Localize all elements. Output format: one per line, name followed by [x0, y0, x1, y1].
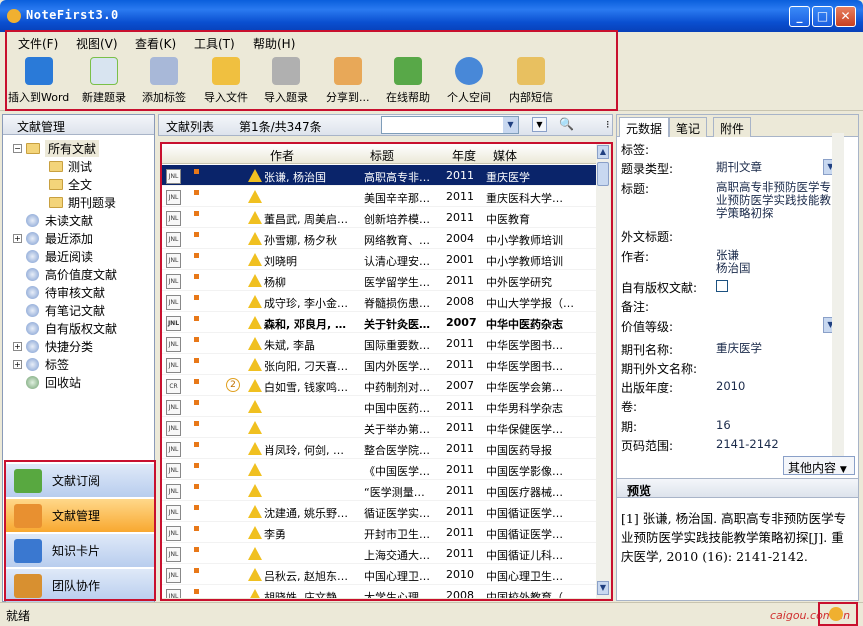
status-text: 就绪 [6, 609, 31, 623]
field-label: 备注: [621, 300, 650, 314]
tree-item-label: 最近阅读 [45, 250, 94, 264]
tree-item-label: 标签 [45, 358, 70, 372]
tab-attachments[interactable]: 附件 [713, 117, 752, 137]
status-bar: 就绪 caigou.com.cn [0, 602, 863, 626]
maximize-button[interactable]: □ [812, 6, 833, 27]
field-label: 标题: [621, 182, 650, 196]
tree-item[interactable]: 回收站 [13, 374, 81, 391]
category-icon [26, 286, 39, 299]
tree-item[interactable]: + 标签 [13, 356, 69, 373]
tree-item-label: 未读文献 [45, 214, 94, 228]
field-value[interactable]: 期刊文章 [716, 161, 834, 174]
app-logo-icon [7, 9, 21, 23]
field-value[interactable]: 高职高专非预防医学专业预防医学实践技能教学策略初探 [716, 181, 834, 220]
category-icon [26, 304, 39, 317]
tree-item[interactable]: 待审核文献 [13, 284, 105, 301]
field-label: 标签: [621, 143, 650, 157]
own-copyright-checkbox[interactable] [716, 280, 728, 292]
tree-item[interactable]: 测试 [49, 158, 92, 175]
expand-icon[interactable]: + [13, 234, 22, 243]
tree-item[interactable]: 有笔记文献 [13, 302, 105, 319]
field-label: 自有版权文献: [621, 281, 698, 295]
search-icon[interactable]: 🔍 [559, 117, 574, 131]
field-label: 价值等级: [621, 320, 674, 334]
category-icon [26, 340, 39, 353]
field-value[interactable]: 张谦 杨治国 [716, 249, 834, 275]
folder-icon [49, 161, 63, 172]
tree-item-label: 回收站 [45, 376, 82, 390]
folder-icon [49, 179, 63, 190]
tree-item-label: 高价值度文献 [45, 268, 118, 282]
list-title: 文献列表 [166, 120, 215, 134]
tree-item[interactable]: 未读文献 [13, 212, 93, 229]
expand-icon[interactable]: + [13, 342, 22, 351]
tree-item[interactable]: 期刊题录 [49, 194, 116, 211]
expand-icon[interactable]: − [13, 144, 22, 153]
folder-icon [49, 197, 63, 208]
expand-icon[interactable]: + [13, 360, 22, 369]
category-icon [26, 322, 39, 335]
more-content-button[interactable]: 其他内容 ▼ [783, 456, 855, 475]
tree-item[interactable]: 高价值度文献 [13, 266, 117, 283]
field-label: 期刊名称: [621, 343, 674, 357]
tab-notes[interactable]: 笔记 [669, 117, 708, 137]
tree-item[interactable]: 自有版权文献 [13, 320, 117, 337]
tree-item-label: 最近添加 [45, 232, 94, 246]
field-label: 出版年度: [621, 381, 674, 395]
field-label: 期: [621, 420, 638, 434]
tab-metadata[interactable]: 元数据 [619, 117, 670, 137]
citation-preview: [1] 张谦, 杨治国. 高职高专非预防医学专业预防医学实践技能教学策略初探[J… [621, 511, 847, 564]
field-label: 题录类型: [621, 162, 674, 176]
folder-icon [26, 143, 40, 154]
list-header: 文献列表 第1条/共347条 ▼ ▼ 🔍 ⁝ [158, 114, 613, 136]
tree-item[interactable]: − 所有文献 [13, 140, 100, 157]
detail-pane: 元数据 笔记 附件 标签: 题录类型: 期刊文章 ▼ 标题: 高职高专非预防医学专业预防医… [616, 114, 859, 601]
left-pane-header: 文献管理 [3, 115, 154, 135]
field-label: 页码范围: [621, 439, 674, 453]
minimize-button[interactable]: _ [789, 6, 810, 27]
record-count: 第1条/共347条 [239, 120, 322, 134]
tree-item-label: 自有版权文献 [45, 322, 118, 336]
field-label: 外文标题: [621, 230, 674, 244]
chevron-down-icon[interactable]: ▼ [503, 117, 518, 133]
highlight-status-icon [818, 602, 858, 626]
recycle-bin-icon [26, 376, 39, 389]
tree-item[interactable]: + 快捷分类 [13, 338, 93, 355]
field-value[interactable]: 2010 [716, 380, 834, 393]
chevron-down-icon: ▼ [839, 465, 847, 475]
field-label: 作者: [621, 250, 650, 264]
tree-item-label: 快捷分类 [45, 340, 94, 354]
detail-scrollbar[interactable] [832, 133, 844, 463]
highlight-toolbar [5, 30, 618, 111]
preview-header: 预览 [617, 478, 858, 498]
tree-item[interactable]: + 最近添加 [13, 230, 93, 247]
tree-item-label: 所有文献 [45, 140, 100, 157]
tree-item[interactable]: 全文 [49, 176, 92, 193]
tree-item[interactable]: 最近阅读 [13, 248, 93, 265]
field-value[interactable]: 重庆医学 [716, 342, 834, 355]
field-label: 期刊外文名称: [621, 362, 698, 376]
close-button[interactable]: ✕ [835, 6, 856, 27]
tree-item-label: 测试 [68, 160, 93, 174]
category-icon [26, 250, 39, 263]
highlight-list [160, 142, 613, 601]
field-value[interactable]: 16 [716, 419, 834, 432]
tree-item-label: 全文 [68, 178, 93, 192]
field-label: 卷: [621, 400, 638, 414]
category-icon [26, 268, 39, 281]
more-icon[interactable]: ⁝ [606, 118, 610, 131]
tree-item-label: 期刊题录 [68, 196, 117, 210]
filter-combo[interactable]: ▼ [381, 116, 519, 134]
tree-item-label: 有笔记文献 [45, 304, 106, 318]
dropdown-button[interactable]: ▼ [532, 117, 547, 132]
highlight-nav [4, 460, 156, 601]
title-bar: NoteFirst3.0 _ □ ✕ [0, 0, 863, 32]
category-icon [26, 214, 39, 227]
window-title: NoteFirst3.0 [26, 8, 119, 22]
field-value[interactable]: 2141-2142 [716, 438, 834, 451]
category-icon [26, 358, 39, 371]
tree-item-label: 待审核文献 [45, 286, 106, 300]
category-icon [26, 232, 39, 245]
detail-tabs: 元数据 笔记 附件 [617, 115, 858, 137]
